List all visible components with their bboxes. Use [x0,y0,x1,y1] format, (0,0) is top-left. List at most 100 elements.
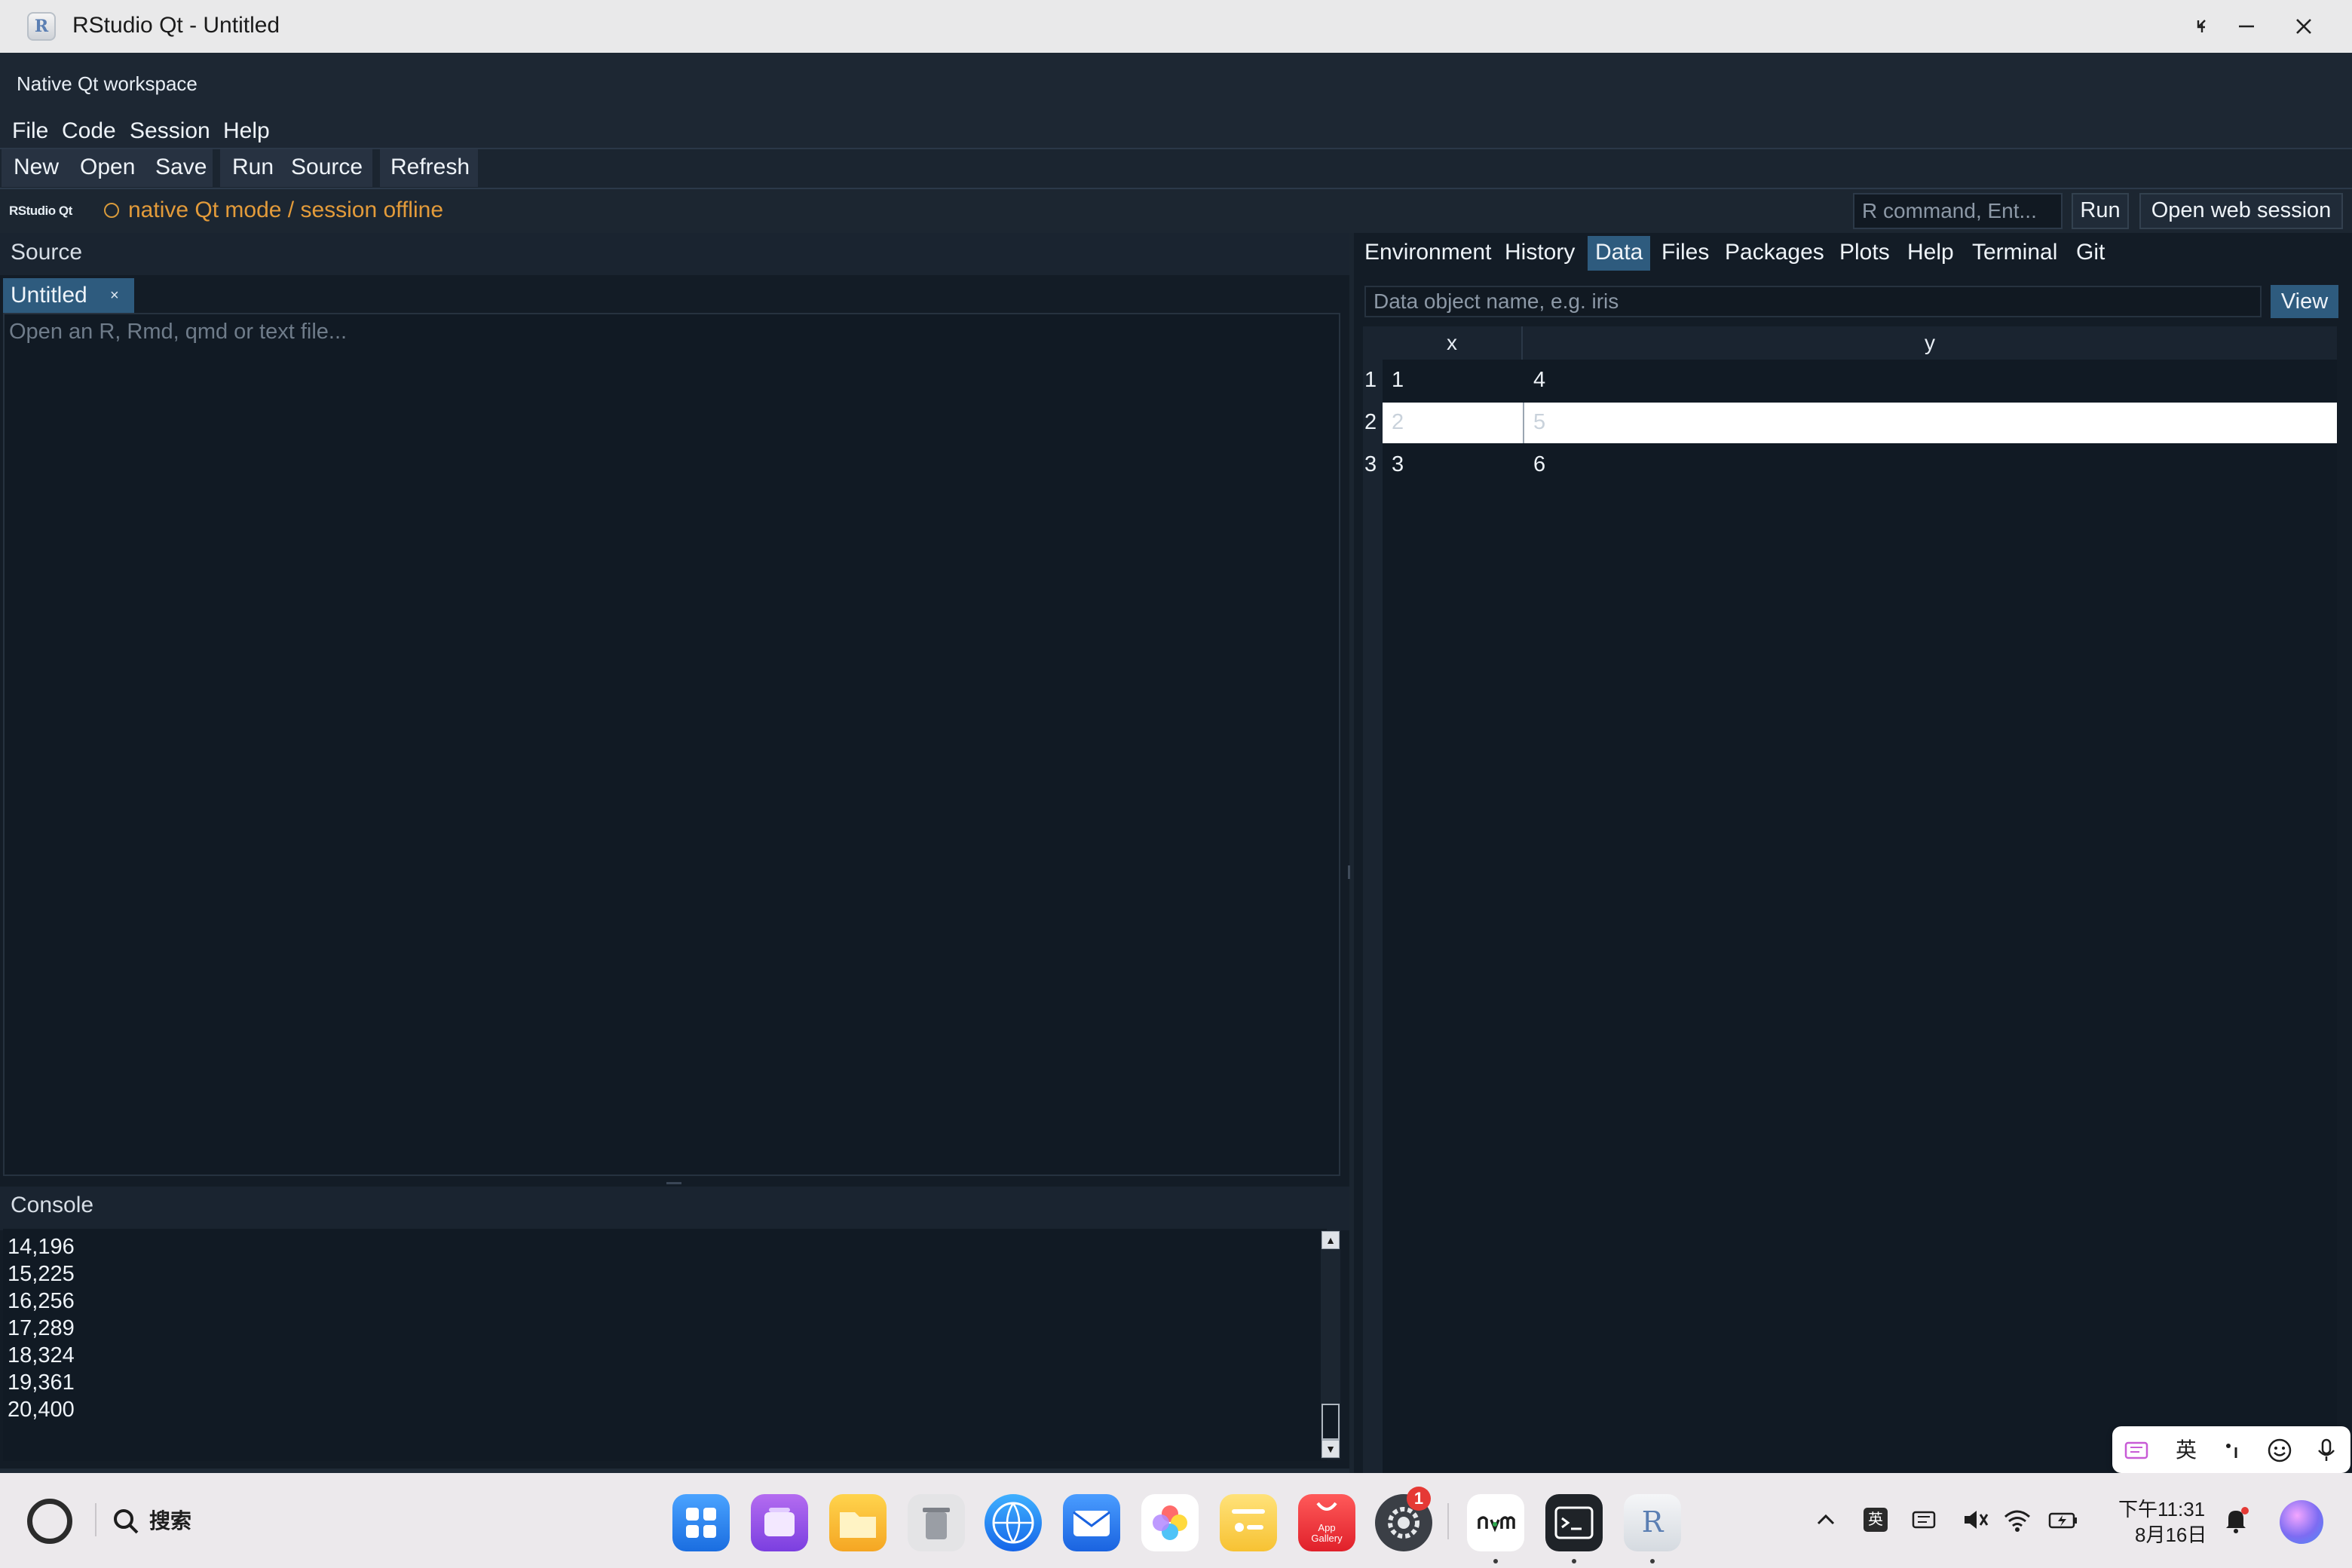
emoji-icon[interactable] [2265,1435,2295,1465]
table-cell[interactable]: 3 [1392,449,1404,479]
minimize-icon [2239,25,2254,28]
console-line: 18,324 [8,1343,75,1367]
scroll-up-icon[interactable]: ▲ [1321,1231,1340,1249]
menu-session[interactable]: Session [130,116,210,146]
notification-bell-icon[interactable] [2219,1503,2252,1536]
tray-expand-icon[interactable] [1809,1503,1842,1536]
tab-files[interactable]: Files [1654,236,1717,271]
rstudio-app-icon: R [27,12,56,41]
open-button[interactable]: Open [80,152,135,183]
tab-terminal[interactable]: Terminal [1965,236,2065,271]
table-cell[interactable]: 5 [1533,407,1545,437]
tab-packages[interactable]: Packages [1717,236,1832,271]
close-tab-icon[interactable]: × [110,284,119,307]
table-cell[interactable]: 6 [1533,449,1545,479]
source-editor[interactable] [3,313,1340,1176]
notification-badge: 1 [1407,1487,1431,1511]
row-header[interactable]: 3 [1364,449,1377,479]
selected-row-highlight[interactable] [1383,403,2337,443]
search-icon[interactable] [112,1507,140,1536]
console-pane-header [0,1187,1349,1230]
keyboard-icon[interactable] [1907,1503,1940,1536]
scrollbar-thumb[interactable] [1321,1404,1340,1440]
new-button[interactable]: New [14,152,59,183]
dock-divider [1447,1503,1449,1539]
scroll-down-icon[interactable]: ▼ [1321,1440,1340,1458]
data-grid[interactable] [1363,326,2337,1473]
table-cell[interactable]: 2 [1392,407,1404,437]
launcher-icon[interactable] [672,1494,730,1551]
photos-icon[interactable] [1141,1494,1199,1551]
console-line: 20,400 [8,1398,75,1422]
pane-splitter-handle[interactable] [666,1182,681,1184]
clock-time[interactable]: 下午11:31 [2118,1497,2205,1521]
punctuation-icon[interactable] [2218,1435,2248,1465]
r-command-input[interactable] [1853,193,2063,229]
clock-date[interactable]: 8月16日 [2135,1523,2207,1547]
source-button[interactable]: Source [291,152,363,183]
workspace-title: Native Qt workspace [17,72,198,95]
file-manager-icon[interactable] [829,1494,887,1551]
run-button[interactable]: Run [232,152,274,183]
console-line: 14,196 [8,1235,75,1259]
open-web-session-button[interactable]: Open web session [2139,193,2343,229]
nvm-app-icon[interactable] [1467,1494,1524,1551]
tab-git[interactable]: Git [2069,236,2112,271]
assistant-icon[interactable] [2280,1500,2323,1544]
tab-help[interactable]: Help [1900,236,1962,271]
multitask-icon[interactable] [751,1494,808,1551]
menu-file[interactable]: File [12,116,48,146]
session-status-text: native Qt mode / session offline [128,198,444,222]
source-pane-header [0,233,1349,275]
workspace-header [0,53,2352,149]
cell-divider [1523,403,1524,443]
source-tab-label[interactable]: Untitled [11,280,87,311]
mail-icon[interactable] [1063,1494,1120,1551]
taskbar-search-label[interactable]: 搜索 [149,1506,191,1536]
save-button[interactable]: Save [155,152,207,183]
menu-help[interactable]: Help [223,116,270,146]
row-header[interactable]: 1 [1364,365,1377,395]
start-icon[interactable] [27,1499,72,1544]
window-titlebar [0,0,2352,53]
volume-muted-icon[interactable] [1958,1503,1992,1536]
refresh-button[interactable]: Refresh [390,152,470,183]
tab-environment[interactable]: Environment [1357,236,1499,271]
running-indicator [1493,1559,1498,1563]
tab-history[interactable]: History [1497,236,1582,271]
data-object-name-input[interactable] [1364,286,2262,317]
app-gallery-icon[interactable]: App Gallery [1298,1494,1355,1551]
run-command-button[interactable]: Run [2072,193,2129,229]
taskbar-divider [95,1503,96,1536]
menu-code[interactable]: Code [62,116,116,146]
row-header[interactable]: 2 [1364,407,1377,437]
battery-icon[interactable] [2046,1503,2079,1536]
restore-window-button[interactable] [2183,11,2219,42]
microphone-icon[interactable] [2311,1435,2341,1465]
console-output[interactable] [3,1229,1327,1461]
browser-icon[interactable] [985,1494,1042,1551]
tray-language-icon[interactable]: 英 [1859,1503,1892,1536]
source-pane-title: Source [11,240,83,265]
table-cell[interactable]: 4 [1533,365,1545,395]
keyboard-skin-icon[interactable] [2121,1435,2151,1465]
window-title: RStudio Qt - Untitled [72,13,280,38]
view-data-button[interactable]: View [2271,285,2338,318]
close-window-button[interactable] [2286,11,2322,42]
wifi-icon[interactable] [2001,1503,2034,1536]
grid-corner[interactable] [1363,326,1383,360]
rstudio-icon[interactable]: R [1624,1494,1681,1551]
ime-language-toggle[interactable]: 英 [2171,1435,2201,1465]
column-header-x[interactable]: x [1383,326,1523,360]
restore-icon [2197,20,2206,32]
tab-data[interactable]: Data [1588,236,1651,271]
console-pane-title: Console [11,1193,94,1217]
minimize-window-button[interactable] [2228,11,2265,42]
column-header-y[interactable]: y [1523,326,2337,360]
terminal-icon[interactable] [1545,1494,1603,1551]
tab-plots[interactable]: Plots [1832,236,1897,271]
close-icon [2296,19,2311,34]
notes-icon[interactable] [1220,1494,1277,1551]
trash-icon[interactable] [908,1494,965,1551]
table-cell[interactable]: 1 [1392,365,1404,395]
